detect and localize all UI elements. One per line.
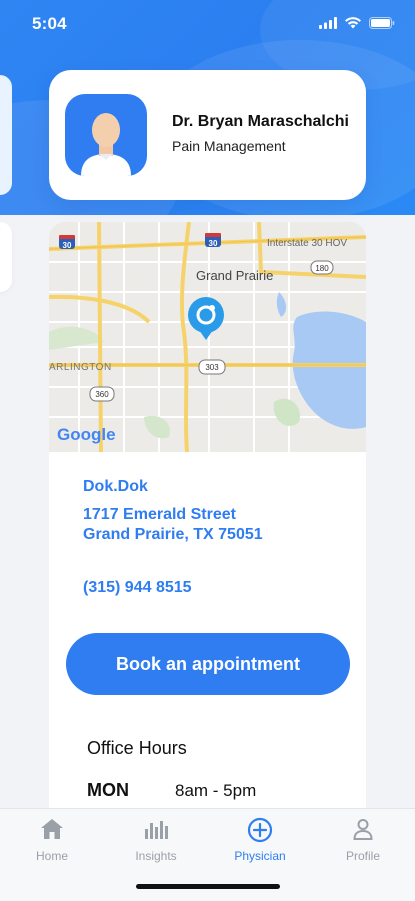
book-appointment-button[interactable]: Book an appointment	[66, 633, 350, 695]
clinic-name[interactable]: Dok.Dok	[83, 478, 148, 496]
tab-physician[interactable]: Physician	[208, 809, 312, 869]
plus-circle-icon	[208, 817, 312, 843]
signal-icon	[319, 16, 337, 34]
map-route-303: 303	[205, 363, 219, 372]
physician-info-card: 30 30 180 360 303 Interstate 30 HOV Gran…	[49, 222, 366, 862]
office-hours-time: 8am - 5pm	[175, 781, 257, 800]
map-city-label: Grand Prairie	[196, 268, 273, 283]
tab-insights-label: Insights	[135, 849, 177, 863]
tab-home-label: Home	[35, 849, 68, 863]
home-indicator[interactable]	[136, 884, 280, 889]
tab-profile-label: Profile	[345, 849, 380, 863]
doctor-name: Dr. Bryan Maraschalchi	[172, 113, 349, 130]
doctor-specialty: Pain Management	[172, 138, 286, 154]
previous-card-peek-lower[interactable]	[0, 222, 12, 292]
tab-home[interactable]: Home	[0, 809, 104, 869]
map-shield-30-right: 30	[209, 239, 218, 248]
doctor-card[interactable]: Dr. Bryan Maraschalchi Pain Management	[49, 70, 366, 200]
phone-link[interactable]: (315) 944 8515	[83, 579, 192, 597]
map-shield-30-left: 30	[63, 241, 72, 250]
map-route-180: 180	[315, 264, 329, 273]
person-avatar-icon	[65, 94, 147, 176]
previous-card-peek[interactable]	[0, 75, 12, 195]
map-interstate-label: Interstate 30 HOV	[267, 238, 347, 249]
address-line-1[interactable]: 1717 Emerald Street	[83, 506, 236, 524]
office-hours-title: Office Hours	[87, 738, 187, 758]
map-route-360: 360	[95, 390, 109, 399]
tab-insights[interactable]: Insights	[104, 809, 208, 869]
google-logo: Google	[57, 425, 116, 444]
location-map[interactable]: 30 30 180 360 303 Interstate 30 HOV Gran…	[49, 222, 366, 453]
status-time: 5:04	[32, 14, 67, 33]
home-icon	[0, 817, 104, 843]
address-line-2[interactable]: Grand Prairie, TX 75051	[83, 526, 263, 544]
bar-chart-icon	[104, 817, 208, 843]
wifi-icon	[345, 16, 361, 34]
tab-profile[interactable]: Profile	[311, 809, 415, 869]
user-icon	[311, 817, 415, 843]
tab-physician-label: Physician	[234, 849, 286, 863]
map-arlington-label: ARLINGTON	[49, 362, 112, 373]
office-hours-day: MON	[87, 780, 129, 800]
status-bar: 5:04	[0, 0, 415, 48]
battery-icon	[369, 16, 395, 34]
